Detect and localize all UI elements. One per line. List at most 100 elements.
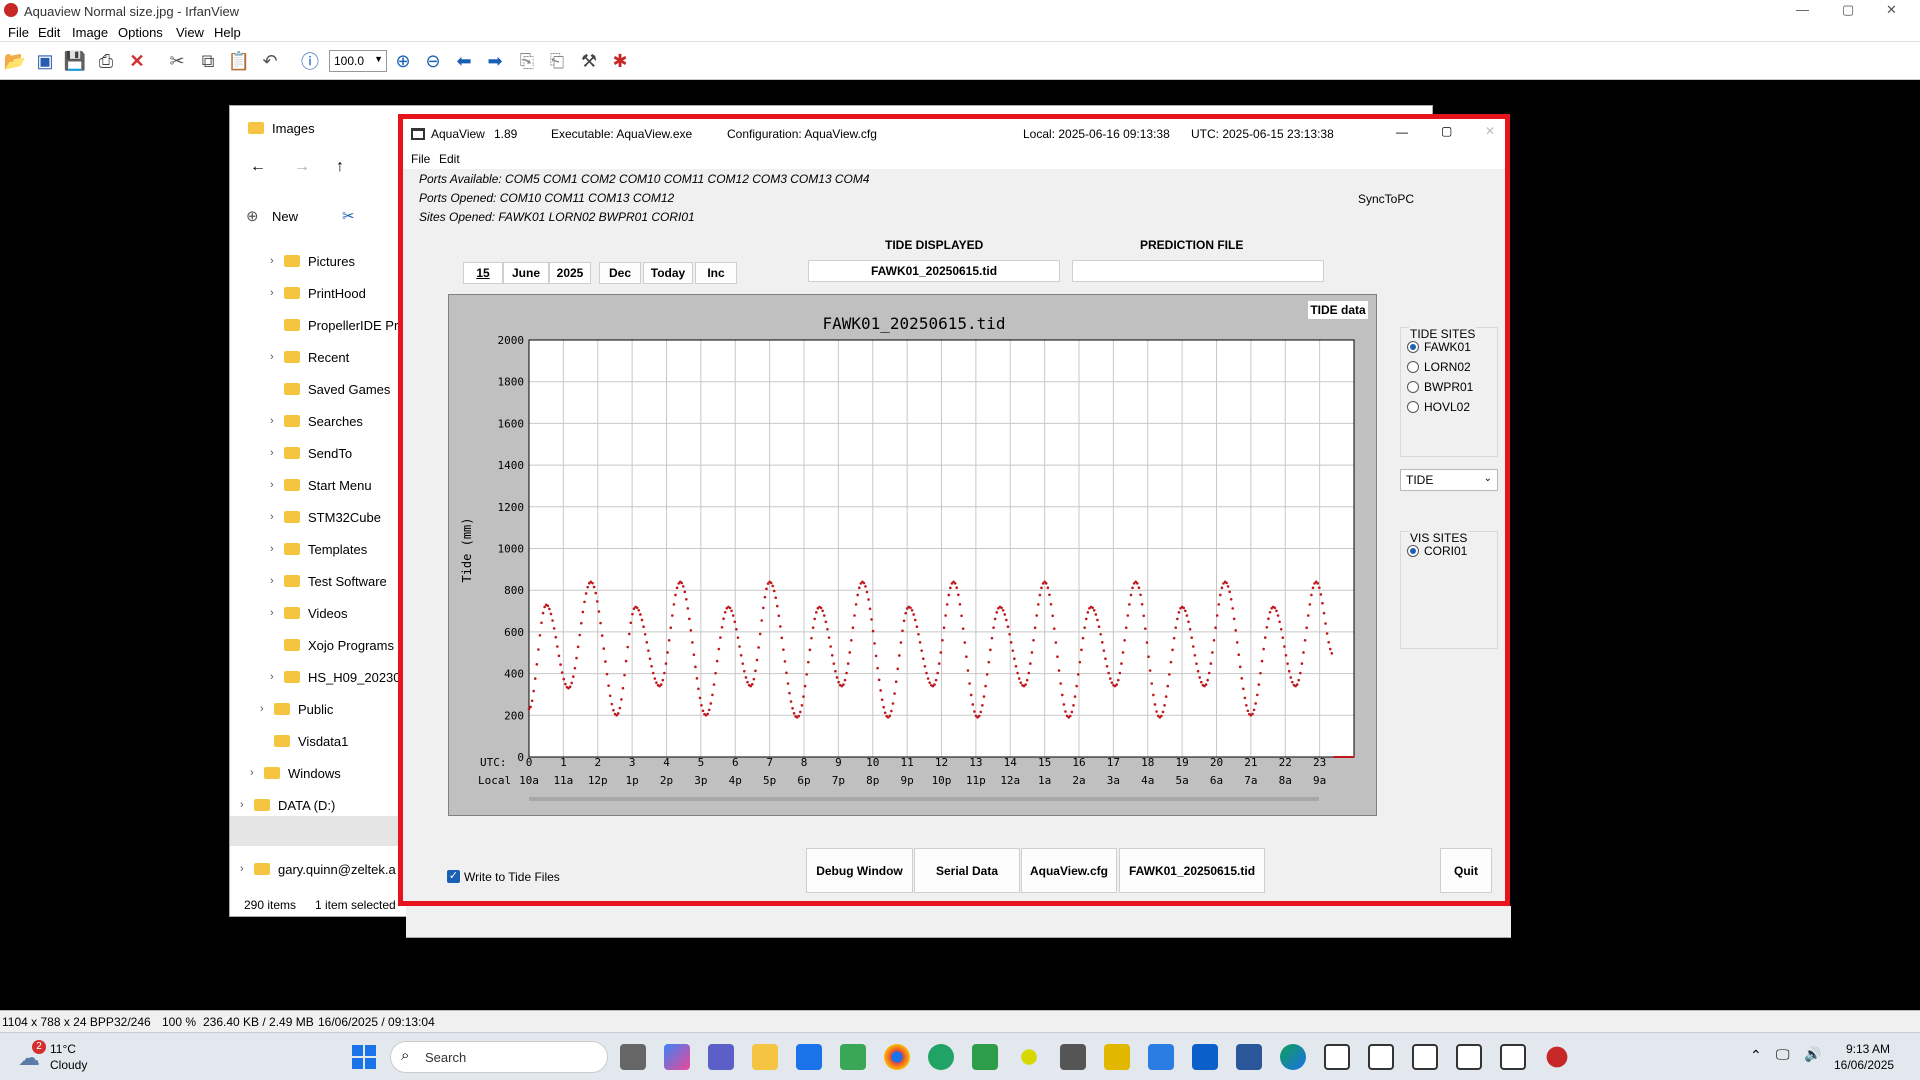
taskbar-search[interactable]: ⌕ Search	[390, 1041, 608, 1073]
aquaview-task-icon-3[interactable]	[1412, 1044, 1438, 1070]
minimize-button[interactable]: —	[1396, 125, 1408, 139]
sync-to-pc[interactable]: SyncToPC	[1358, 192, 1414, 206]
menu-edit[interactable]: Edit	[38, 25, 60, 40]
menu-view[interactable]: View	[176, 25, 204, 40]
paste-icon[interactable]: 📋	[226, 48, 252, 74]
menu-file[interactable]: File	[411, 152, 430, 166]
chevron-right-icon[interactable]: ›	[270, 543, 284, 555]
cut-icon[interactable]: ✂	[342, 207, 355, 225]
back-icon[interactable]: ←	[250, 158, 266, 176]
volume-icon[interactable]: 🔊	[1804, 1046, 1821, 1063]
radio-dot[interactable]	[1407, 381, 1419, 393]
chevron-right-icon[interactable]: ›	[270, 479, 284, 491]
info-icon[interactable]: ⓘ	[297, 48, 323, 74]
copilot-icon[interactable]	[664, 1044, 690, 1070]
menu-image[interactable]: Image	[72, 25, 108, 40]
teams-icon[interactable]	[708, 1044, 734, 1070]
aquaview-task-icon-2[interactable]	[1368, 1044, 1394, 1070]
menu-help[interactable]: Help	[214, 25, 241, 40]
chevron-right-icon[interactable]: ›	[270, 255, 284, 267]
serial-data-button[interactable]: Serial Data	[914, 848, 1020, 893]
today-button[interactable]: Today	[643, 262, 693, 284]
slideshow-icon[interactable]: ▣	[32, 48, 58, 74]
day-field[interactable]: 15	[463, 262, 503, 284]
search-app-icon[interactable]	[928, 1044, 954, 1070]
tide-file-button[interactable]: FAWK01_20250615.tid	[1119, 848, 1265, 893]
h-app-icon[interactable]	[972, 1044, 998, 1070]
new-icon[interactable]: ⊕	[246, 207, 259, 225]
calculator-icon[interactable]	[1060, 1044, 1086, 1070]
chevron-right-icon[interactable]: ›	[260, 703, 274, 715]
prediction-file-field[interactable]	[1072, 260, 1324, 282]
aquaview-cfg-button[interactable]: AquaView.cfg	[1021, 848, 1117, 893]
window-app-icon[interactable]	[1192, 1044, 1218, 1070]
chart-scrollbar[interactable]	[529, 797, 1319, 801]
word-icon[interactable]	[1236, 1044, 1262, 1070]
photos-icon[interactable]	[1148, 1044, 1174, 1070]
chevron-right-icon[interactable]: ›	[270, 671, 284, 683]
edge-icon[interactable]	[1280, 1044, 1306, 1070]
chevron-up-icon[interactable]: ⌃	[1750, 1047, 1762, 1064]
previous-icon[interactable]: ⬅	[451, 48, 477, 74]
mode-select[interactable]: TIDE ⌄	[1400, 469, 1498, 491]
network-icon[interactable]: 🖵	[1776, 1046, 1790, 1063]
chevron-right-icon[interactable]: ›	[270, 447, 284, 459]
undo-icon[interactable]: ↶	[257, 48, 283, 74]
chevron-right-icon[interactable]: ›	[250, 767, 264, 779]
month-field[interactable]: June	[503, 262, 549, 284]
debug-window-button[interactable]: Debug Window	[806, 848, 913, 893]
tools-icon[interactable]: ⚒	[576, 48, 602, 74]
zoom-out-icon[interactable]: ⊖	[420, 48, 446, 74]
year-field[interactable]: 2025	[549, 262, 591, 284]
close-button[interactable]: ✕	[1886, 2, 1897, 18]
radio-dot[interactable]	[1407, 401, 1419, 413]
task-view-icon[interactable]	[620, 1044, 646, 1070]
menu-file[interactable]: File	[8, 25, 29, 40]
file-explorer-icon[interactable]	[752, 1044, 778, 1070]
radio-dot[interactable]	[1407, 545, 1419, 557]
zoom-in-icon[interactable]: ⊕	[390, 48, 416, 74]
chrome-icon[interactable]	[884, 1044, 910, 1070]
irfanview-about-icon[interactable]: ✱	[607, 48, 633, 74]
dec-button[interactable]: Dec	[599, 262, 641, 284]
chevron-right-icon[interactable]: ›	[270, 575, 284, 587]
radio-dot[interactable]	[1407, 341, 1419, 353]
radio-dot[interactable]	[1407, 361, 1419, 373]
yellow-app-icon[interactable]	[1021, 1049, 1037, 1065]
chevron-right-icon[interactable]: ›	[240, 863, 254, 875]
tide-site-radio[interactable]: BWPR01	[1407, 380, 1473, 394]
start-icon[interactable]	[352, 1045, 376, 1069]
chevron-right-icon[interactable]: ›	[270, 351, 284, 363]
chevron-right-icon[interactable]: ›	[270, 415, 284, 427]
irfanview-task-icon[interactable]	[1546, 1046, 1568, 1068]
chevron-right-icon[interactable]: ›	[240, 799, 254, 811]
menu-options[interactable]: Options	[118, 25, 163, 40]
chevron-right-icon[interactable]: ›	[270, 287, 284, 299]
inc-button[interactable]: Inc	[695, 262, 737, 284]
save-icon[interactable]: 💾	[62, 48, 88, 74]
close-button[interactable]: ✕	[1485, 124, 1495, 138]
new-button[interactable]: New	[272, 209, 298, 224]
write-tide-checkbox[interactable]: ✓	[447, 870, 460, 883]
tide-site-radio[interactable]: HOVL02	[1407, 400, 1470, 414]
notepad-icon[interactable]	[840, 1044, 866, 1070]
cut-icon[interactable]: ✂	[164, 48, 190, 74]
minimize-button[interactable]: —	[1796, 2, 1809, 17]
mail-icon[interactable]	[796, 1044, 822, 1070]
last-page-icon[interactable]: ⎗	[544, 48, 570, 74]
maximize-button[interactable]: ▢	[1842, 2, 1854, 18]
chevron-right-icon[interactable]: ›	[270, 511, 284, 523]
print-icon[interactable]: ⎙	[93, 48, 119, 74]
zoom-combo[interactable]: 100.0 ▼	[329, 50, 387, 72]
copy-icon[interactable]: ⧉	[195, 48, 221, 74]
first-page-icon[interactable]: ⎘	[514, 48, 540, 74]
maximize-button[interactable]: ▢	[1441, 124, 1452, 138]
quit-button[interactable]: Quit	[1440, 848, 1492, 893]
forward-icon[interactable]: →	[294, 158, 310, 176]
tide-site-radio[interactable]: FAWK01	[1407, 340, 1471, 354]
t-app-icon[interactable]	[1104, 1044, 1130, 1070]
delete-icon[interactable]: ✕	[124, 48, 150, 74]
tide-site-radio[interactable]: LORN02	[1407, 360, 1471, 374]
chevron-right-icon[interactable]: ›	[270, 607, 284, 619]
open-folder-icon[interactable]: 📂	[2, 48, 28, 74]
